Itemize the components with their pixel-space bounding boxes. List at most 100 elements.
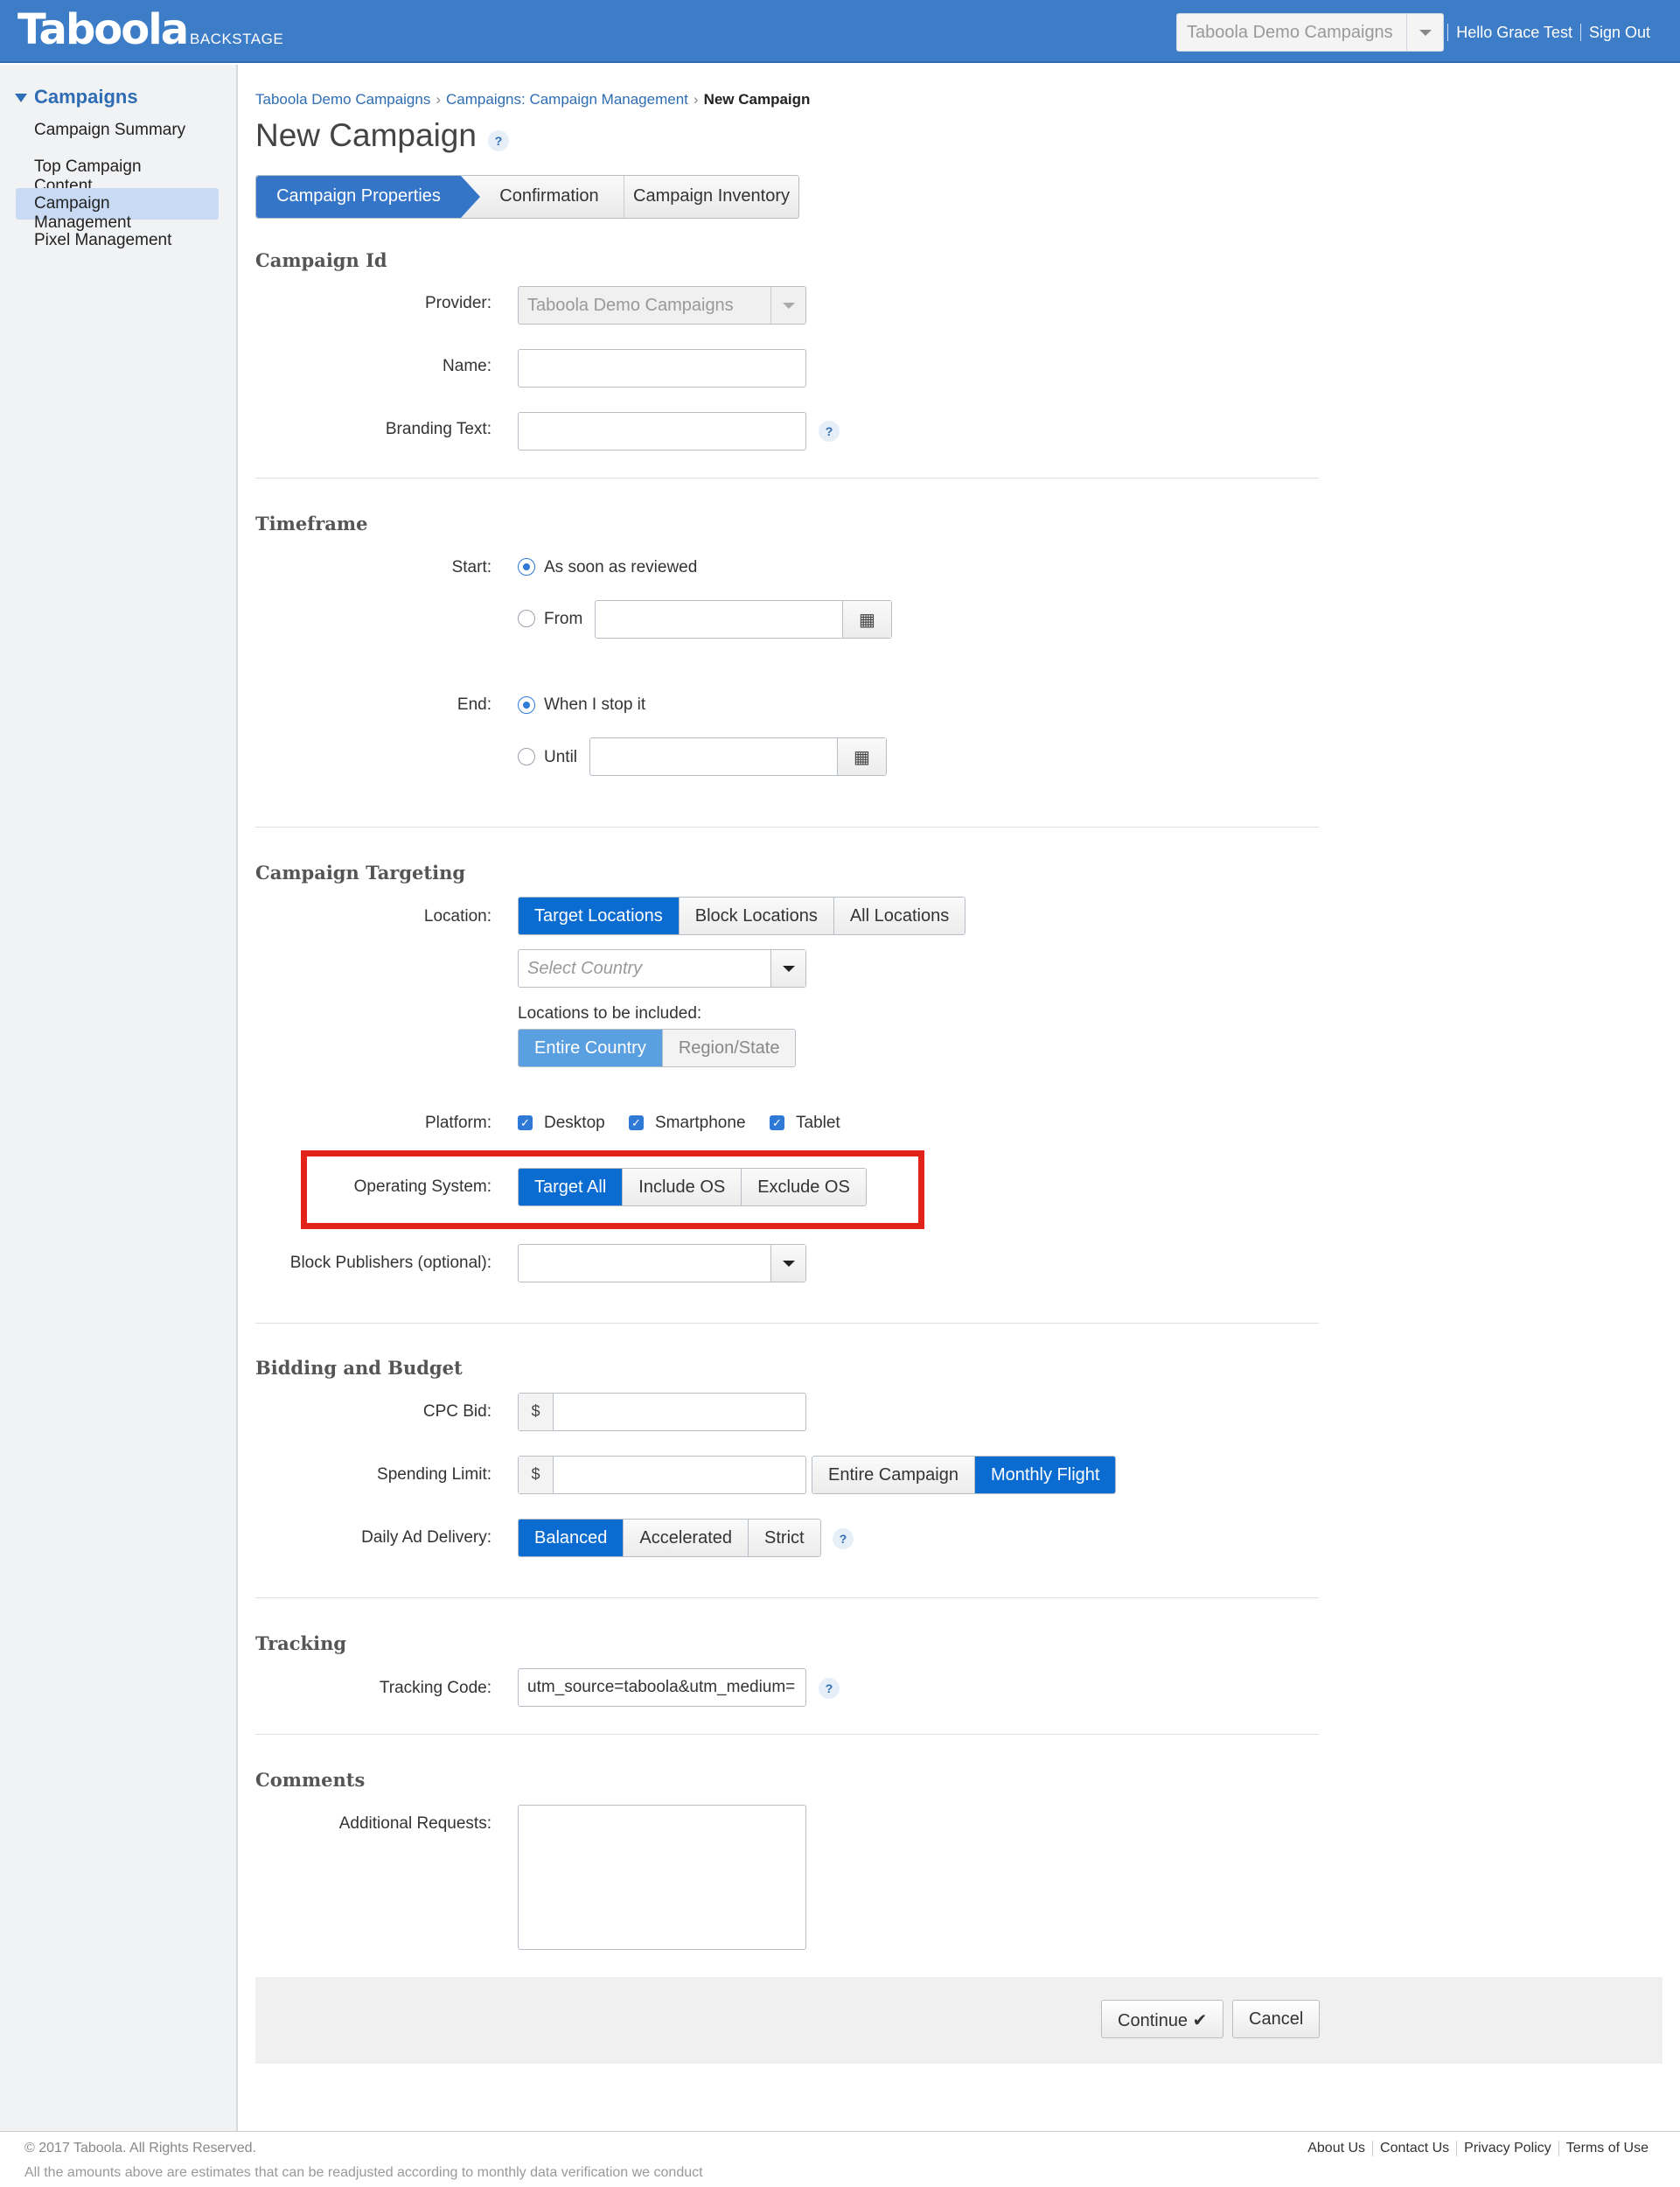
- end-label: End:: [457, 695, 491, 714]
- tab-monthly-flight[interactable]: Monthly Flight: [974, 1457, 1116, 1493]
- header-links: Hello Grace Test Sign Out: [1447, 24, 1658, 42]
- end-date-field[interactable]: ▦: [589, 737, 887, 776]
- sign-out-link[interactable]: Sign Out: [1579, 24, 1658, 41]
- tab-block-locations[interactable]: Block Locations: [679, 898, 834, 934]
- currency-addon: $: [519, 1394, 554, 1430]
- breadcrumb-link-campaign-management[interactable]: Campaigns: Campaign Management: [446, 91, 688, 108]
- sidebar-item-campaign-summary[interactable]: Campaign Summary: [16, 115, 219, 146]
- name-label: Name:: [443, 357, 491, 375]
- step-campaign-inventory[interactable]: Campaign Inventory: [624, 176, 798, 218]
- continue-button[interactable]: Continue ✔: [1101, 2000, 1224, 2038]
- footer-link-privacy[interactable]: Privacy Policy: [1456, 2141, 1558, 2156]
- breadcrumb: Taboola Demo Campaigns › Campaigns: Campai…: [255, 91, 811, 108]
- footer-links: About Us Contact Us Privacy Policy Terms…: [1300, 2141, 1656, 2156]
- sidebar-item-top-campaign-content[interactable]: Top Campaign Content: [16, 151, 219, 195]
- divider: [255, 1323, 1319, 1324]
- additional-requests-field[interactable]: [518, 1805, 806, 1950]
- chevron-down-icon[interactable]: [770, 950, 805, 987]
- operating-system-label: Operating System:: [353, 1177, 491, 1196]
- cancel-button[interactable]: Cancel: [1232, 2000, 1321, 2038]
- taboola-logo[interactable]: Taboola: [17, 5, 189, 54]
- tab-entire-campaign[interactable]: Entire Campaign: [812, 1457, 975, 1493]
- help-icon[interactable]: ?: [819, 421, 840, 442]
- location-label: Location:: [423, 907, 491, 926]
- tab-exclude-os[interactable]: Exclude OS: [742, 1169, 866, 1205]
- tracking-code-label: Tracking Code:: [379, 1679, 491, 1697]
- tab-strict[interactable]: Strict: [749, 1520, 820, 1556]
- tab-target-locations[interactable]: Target Locations: [519, 898, 680, 934]
- tab-target-all-os[interactable]: Target All: [519, 1169, 624, 1205]
- account-select[interactable]: Taboola Demo Campaigns: [1176, 13, 1444, 52]
- spending-period-toggle: Entire Campaign Monthly Flight: [812, 1456, 1117, 1494]
- operating-system-toggle: Target All Include OS Exclude OS: [518, 1168, 867, 1206]
- checkbox-tablet[interactable]: ✓: [770, 1115, 784, 1130]
- chevron-down-icon[interactable]: [1406, 14, 1443, 51]
- tab-region-state[interactable]: Region/State: [662, 1030, 796, 1066]
- footer-link-about[interactable]: About Us: [1300, 2141, 1372, 2156]
- step-campaign-properties[interactable]: Campaign Properties: [256, 176, 480, 218]
- daily-delivery-toggle: Balanced Accelerated Strict: [518, 1519, 821, 1557]
- radio-label-from: From: [544, 610, 583, 628]
- help-icon[interactable]: ?: [833, 1528, 854, 1549]
- radio-label-asap: As soon as reviewed: [544, 558, 698, 576]
- tracking-code-field[interactable]: utm_source=taboola&utm_medium=: [518, 1668, 806, 1707]
- checkbox-desktop[interactable]: ✓: [518, 1115, 533, 1130]
- spending-limit-label: Spending Limit:: [377, 1465, 491, 1484]
- currency-addon: $: [519, 1457, 554, 1493]
- help-icon[interactable]: ?: [819, 1678, 840, 1699]
- block-publishers-select[interactable]: [518, 1244, 806, 1282]
- caret-down-icon: [15, 94, 27, 103]
- tab-accelerated[interactable]: Accelerated: [624, 1520, 749, 1556]
- sidebar-item-campaign-management[interactable]: Campaign Management: [16, 188, 219, 232]
- radio-label-stop: When I stop it: [544, 695, 646, 714]
- account-select-value: Taboola Demo Campaigns: [1187, 23, 1393, 42]
- start-label: Start:: [451, 558, 491, 576]
- branding-text-label: Branding Text:: [385, 420, 491, 438]
- divider: [255, 827, 1319, 828]
- cpc-bid-field[interactable]: $: [518, 1393, 806, 1431]
- block-publishers-label: Block Publishers (optional):: [289, 1254, 491, 1272]
- location-mode-toggle: Target Locations Block Locations All Loc…: [518, 897, 966, 935]
- backstage-label: BACKSTAGE: [190, 31, 284, 47]
- name-field[interactable]: [518, 349, 806, 388]
- page-title: New Campaign: [255, 117, 477, 153]
- spending-limit-field[interactable]: $: [518, 1456, 806, 1494]
- tab-all-locations[interactable]: All Locations: [833, 898, 965, 934]
- provider-label: Provider:: [424, 294, 491, 312]
- sidebar-item-pixel-management[interactable]: Pixel Management: [16, 225, 219, 256]
- sidebar: Campaigns Campaign Summary Top Campaign …: [0, 65, 238, 2131]
- breadcrumb-current: New Campaign: [703, 91, 811, 108]
- radio-end-stop[interactable]: [518, 696, 535, 714]
- tab-include-os[interactable]: Include OS: [623, 1169, 742, 1205]
- calendar-icon[interactable]: ▦: [842, 601, 891, 638]
- sidebar-heading-campaigns[interactable]: Campaigns: [15, 86, 138, 108]
- section-title-timeframe: Timeframe: [255, 513, 368, 535]
- action-bar: [255, 1977, 1663, 2064]
- calendar-icon[interactable]: ▦: [837, 738, 886, 775]
- location-scope-toggle: Entire Country Region/State: [518, 1029, 797, 1067]
- breadcrumb-link-account[interactable]: Taboola Demo Campaigns: [255, 91, 430, 108]
- start-date-field[interactable]: ▦: [595, 600, 892, 639]
- footer-link-contact[interactable]: Contact Us: [1372, 2141, 1456, 2156]
- radio-end-until[interactable]: [518, 748, 535, 765]
- greeting-link[interactable]: Hello Grace Test: [1447, 24, 1580, 41]
- help-icon[interactable]: ?: [488, 130, 509, 151]
- divider: [255, 1597, 1319, 1598]
- country-select-placeholder: Select Country: [527, 959, 643, 978]
- cpc-bid-label: CPC Bid:: [422, 1402, 491, 1421]
- branding-text-field[interactable]: [518, 412, 806, 451]
- page-footer: © 2017 Taboola. All Rights Reserved. All…: [0, 2131, 1680, 2187]
- radio-start-asap[interactable]: [518, 558, 535, 576]
- top-header: Taboola BACKSTAGE Taboola Demo Campaigns…: [0, 0, 1680, 63]
- radio-start-from[interactable]: [518, 610, 535, 627]
- tab-entire-country[interactable]: Entire Country: [519, 1030, 663, 1066]
- checkbox-smartphone[interactable]: ✓: [629, 1115, 644, 1130]
- chevron-down-icon[interactable]: [770, 1245, 805, 1282]
- footer-link-terms[interactable]: Terms of Use: [1558, 2141, 1656, 2156]
- step-confirmation[interactable]: Confirmation: [475, 176, 624, 218]
- tab-balanced[interactable]: Balanced: [519, 1520, 624, 1556]
- estimate-note: All the amounts above are estimates that…: [24, 2165, 703, 2180]
- section-title-tracking: Tracking: [255, 1632, 347, 1654]
- locations-included-label: Locations to be included:: [518, 1004, 702, 1023]
- country-select[interactable]: Select Country: [518, 949, 806, 988]
